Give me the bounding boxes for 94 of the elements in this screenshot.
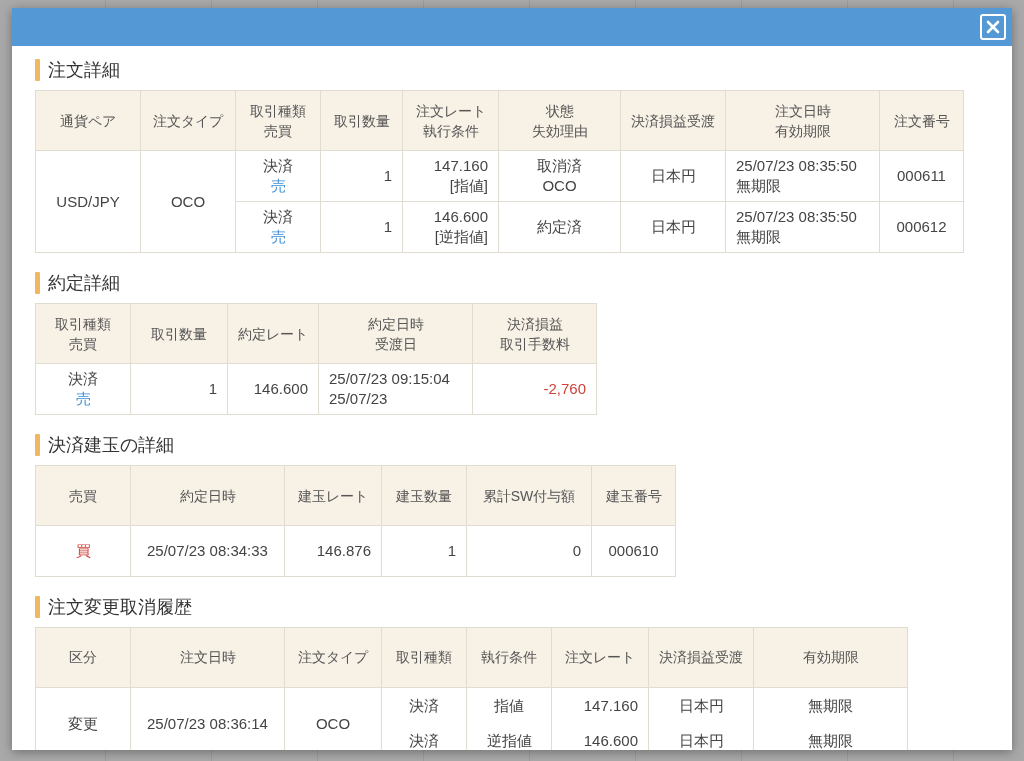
- column-header: 建玉番号: [604, 486, 663, 506]
- column-header: 注文日時: [773, 101, 832, 121]
- cell-text: 無期限: [807, 696, 854, 716]
- cell-text: 逆指値: [485, 731, 533, 750]
- cell-text: 日本円: [649, 166, 697, 186]
- cell-text: 0: [571, 541, 581, 561]
- cell-text: 25/07/23 08:34:33: [146, 541, 269, 561]
- column-header: 注文タイプ: [297, 648, 370, 667]
- column-header: 通貨ペア: [59, 111, 117, 131]
- cell-text: -2,760: [542, 379, 586, 399]
- cell-text: 000612: [895, 217, 948, 237]
- cell-text: 1: [382, 217, 392, 237]
- cell-text: 決済: [408, 731, 440, 750]
- cell-text: 147.160: [432, 156, 488, 176]
- cell-text: [逆指値]: [433, 227, 488, 247]
- cell-text: 146.876: [315, 541, 371, 561]
- cell-text: 146.600: [582, 731, 638, 750]
- column-header: 建玉数量: [395, 486, 453, 506]
- cell-text: 取消済: [536, 156, 583, 176]
- cell-text: 指値: [493, 696, 525, 716]
- column-header: 取引手数料: [498, 334, 571, 354]
- cell-text: 売: [269, 227, 287, 247]
- column-header: 有効期限: [801, 648, 860, 667]
- cell-text: 日本円: [677, 696, 725, 716]
- column-header: 取引数量: [332, 111, 391, 131]
- cell-text: USD/JPY: [55, 191, 121, 212]
- cell-text: 決済: [262, 156, 294, 176]
- column-header: 取引数量: [150, 324, 208, 344]
- cell-text: 売: [74, 389, 92, 409]
- cell-text: 日本円: [677, 731, 725, 750]
- cell-text: 日本円: [649, 217, 697, 237]
- column-header: 注文タイプ: [152, 111, 225, 131]
- cell-text: 変更: [67, 713, 99, 734]
- column-header: 取引種類: [395, 648, 453, 667]
- cell-text: 無期限: [807, 731, 854, 750]
- cell-text: 約定済: [536, 217, 583, 237]
- column-header: 売買: [68, 486, 98, 506]
- heading-marker: [35, 434, 40, 456]
- column-header: 約定日時: [178, 486, 237, 506]
- cell-text: [指値]: [448, 176, 488, 196]
- column-header: 売買: [68, 334, 98, 354]
- column-header: 決済損益受渡: [631, 111, 715, 131]
- column-header: 約定レート: [238, 324, 308, 344]
- cell-text: 25/07/23: [329, 389, 389, 409]
- cell-text: 無期限: [736, 176, 782, 196]
- section-title: 決済建玉の詳細: [48, 434, 174, 457]
- column-header: 受渡日: [373, 334, 418, 354]
- close-button[interactable]: [980, 14, 1006, 40]
- column-header: 失効理由: [530, 121, 589, 141]
- cell-text: OCO: [541, 176, 578, 196]
- cell-text: 決済: [67, 369, 99, 389]
- column-header: 有効期限: [773, 121, 832, 141]
- heading-marker: [35, 596, 40, 618]
- column-header: 累計SW付与額: [481, 486, 577, 506]
- column-header: 取引種類: [249, 101, 307, 121]
- section-title: 注文詳細: [48, 59, 120, 82]
- cell-text: 146.600: [252, 379, 308, 399]
- cell-text: 147.160: [582, 696, 638, 716]
- cell-text: 決済: [262, 207, 294, 227]
- cell-text: 25/07/23 08:35:50: [736, 156, 858, 176]
- section-title: 約定詳細: [48, 272, 120, 295]
- column-header: 取引種類: [54, 314, 112, 334]
- cell-text: OCO: [314, 713, 352, 734]
- close-icon: [986, 20, 1000, 34]
- column-header: 区分: [68, 648, 98, 667]
- column-header: 注文番号: [892, 111, 951, 131]
- section-title: 注文変更取消履歴: [48, 596, 192, 619]
- cell-text: 無期限: [736, 227, 782, 247]
- column-header: 建玉レート: [297, 486, 369, 506]
- cell-text: 000611: [896, 166, 947, 186]
- cell-text: 1: [382, 166, 392, 186]
- column-header: 決済損益: [505, 314, 564, 334]
- cell-text: 25/07/23 09:15:04: [329, 369, 451, 389]
- cell-text: 売: [269, 176, 287, 196]
- heading-marker: [35, 59, 40, 81]
- cell-text: 25/07/23 08:36:14: [146, 713, 269, 734]
- column-header: 注文日時: [178, 648, 237, 667]
- cell-text: 1: [207, 379, 217, 399]
- column-header: 約定日時: [366, 314, 425, 334]
- cell-text: 146.600: [432, 207, 488, 227]
- column-header: 注文レート: [564, 648, 636, 667]
- column-header: 注文レート: [414, 101, 487, 121]
- heading-marker: [35, 272, 40, 294]
- cell-text: 買: [74, 541, 92, 561]
- cell-text: OCO: [169, 191, 207, 212]
- column-header: 決済損益受渡: [659, 648, 743, 667]
- column-header: 執行条件: [421, 121, 480, 141]
- cell-text: 1: [446, 541, 456, 561]
- column-header: 売買: [263, 121, 293, 141]
- cell-text: 決済: [408, 696, 440, 716]
- column-header: 状態: [544, 101, 575, 121]
- column-header: 執行条件: [480, 648, 538, 667]
- cell-text: 25/07/23 08:35:50: [736, 207, 858, 227]
- cell-text: 000610: [607, 541, 660, 561]
